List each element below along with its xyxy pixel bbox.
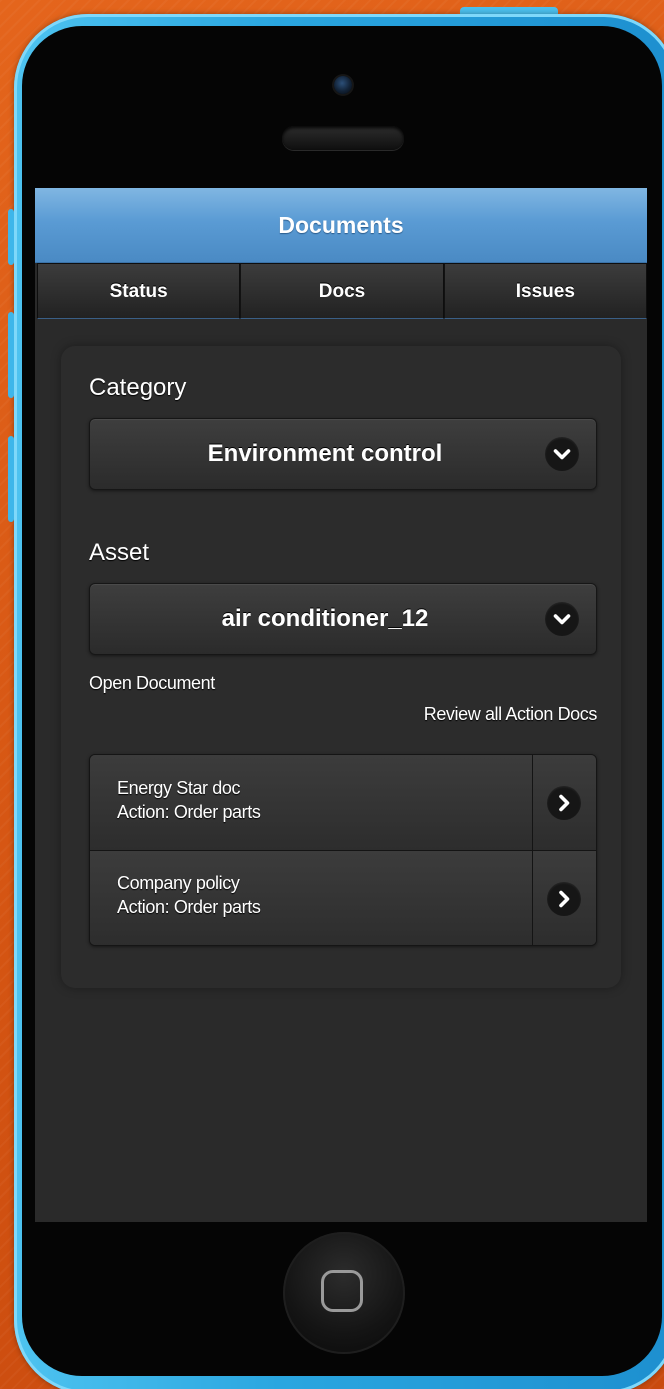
tab-issues[interactable]: Issues [443, 263, 647, 319]
chevron-down-icon [545, 437, 579, 471]
list-item[interactable]: Energy Star doc Action: Order parts [90, 755, 596, 850]
document-action: Action: Order parts [117, 897, 261, 917]
chevron-right-icon [547, 882, 581, 916]
volume-down-button [8, 436, 14, 522]
asset-label: Asset [89, 539, 150, 566]
tab-docs[interactable]: Docs [240, 263, 444, 319]
document-item-main[interactable]: Energy Star doc Action: Order parts [90, 755, 533, 850]
category-select[interactable]: Environment control [89, 418, 597, 490]
review-all-action-docs-link[interactable]: Review all Action Docs [424, 704, 598, 725]
document-open-button[interactable] [533, 755, 596, 850]
header-bar: Documents [35, 188, 647, 263]
mute-switch [8, 209, 14, 265]
asset-select[interactable]: air conditioner_12 [89, 583, 597, 655]
document-action: Action: Order parts [117, 802, 261, 822]
document-title: Energy Star doc [117, 778, 241, 798]
chevron-down-icon [545, 602, 579, 636]
chevron-right-icon [547, 786, 581, 820]
asset-selected-value: air conditioner_12 [221, 605, 429, 632]
home-square-icon [321, 1270, 363, 1312]
open-document-link[interactable]: Open Document [89, 673, 215, 694]
earpiece-speaker [282, 126, 404, 150]
category-selected-value: Environment control [207, 440, 443, 467]
document-open-button[interactable] [533, 851, 596, 945]
category-label: Category [89, 374, 187, 401]
front-camera [334, 76, 352, 94]
tab-bar: Status Docs Issues [37, 263, 647, 319]
list-item[interactable]: Company policy Action: Order parts [90, 851, 596, 945]
document-title: Company policy [117, 873, 240, 893]
phone-screen: Documents Status Docs Issues Category En… [35, 188, 647, 1222]
volume-up-button [8, 312, 14, 398]
tab-status[interactable]: Status [37, 263, 241, 319]
page-title: Documents [278, 212, 404, 238]
document-item-main[interactable]: Company policy Action: Order parts [90, 851, 533, 945]
document-list: Energy Star doc Action: Order parts Comp… [89, 754, 597, 946]
home-button[interactable] [283, 1232, 405, 1354]
